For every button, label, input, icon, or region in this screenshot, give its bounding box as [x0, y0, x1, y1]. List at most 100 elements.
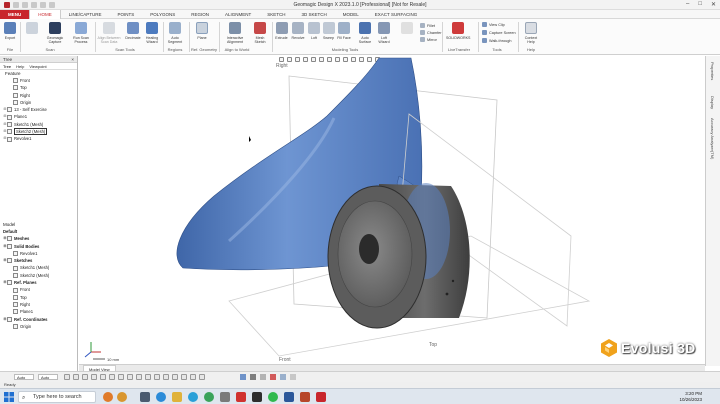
run-scan-process-button[interactable]: Run Scan Process	[70, 22, 92, 44]
tree-item[interactable]: Sketch2 (Mesh)	[0, 272, 78, 279]
tree-item[interactable]: Front	[0, 286, 78, 293]
filter-sketch-icon[interactable]	[118, 374, 124, 380]
taskbar-edge-icon[interactable]	[156, 392, 166, 402]
display-wire-icon[interactable]	[260, 374, 266, 380]
chamfer-button[interactable]: Chamfer	[420, 30, 442, 35]
tab-model[interactable]: MODEL	[335, 10, 367, 19]
model-viewport[interactable]: Right Top Front 10 mm	[79, 56, 692, 364]
loft-wizard-button[interactable]: Loft Wizard	[375, 22, 393, 44]
display-deviation-icon[interactable]	[270, 374, 276, 380]
filter-curve-icon[interactable]	[145, 374, 151, 380]
mesh-sketch-button[interactable]: Mesh Sketch	[251, 22, 269, 44]
filter-none-icon[interactable]	[163, 374, 169, 380]
taskbar-task-view-icon[interactable]	[140, 392, 150, 402]
filter-brush-icon[interactable]	[190, 374, 196, 380]
solidworks-button[interactable]: SOLIDWORKS	[446, 22, 470, 40]
tree-item[interactable]: Origin	[0, 99, 77, 106]
fill-face-button[interactable]: Fill Face	[337, 22, 351, 40]
taskbar-explorer-icon[interactable]	[172, 392, 182, 402]
tab-viewpoint[interactable]: Viewpoint	[29, 64, 46, 69]
revolve-button[interactable]: Revolve	[290, 22, 306, 40]
filter-body-icon[interactable]	[91, 374, 97, 380]
taskbar-geomagic-icon[interactable]	[316, 392, 326, 402]
tab-tree[interactable]: Tree	[3, 64, 11, 69]
filter-all-icon[interactable]	[154, 374, 160, 380]
taskbar-powerpoint-icon[interactable]	[300, 392, 310, 402]
tree-item[interactable]: Origin	[0, 323, 78, 330]
filter-face-icon[interactable]	[82, 374, 88, 380]
snap-mode-select[interactable]: Auto	[38, 374, 58, 380]
geomagic-capture-button[interactable]: Geomagic Capture	[44, 22, 66, 44]
tree-item[interactable]: Revolve1	[0, 250, 78, 257]
tree-item[interactable]: Right	[0, 301, 78, 308]
display-plane-icon[interactable]	[290, 374, 296, 380]
selection-mode-select[interactable]: Auto	[14, 374, 34, 380]
taskbar-app-icon[interactable]	[220, 392, 230, 402]
loft-button[interactable]: Loft	[308, 22, 320, 40]
taskbar-clock[interactable]: 3:20 PM 10/26/2023	[679, 391, 702, 402]
filter-point-icon[interactable]	[64, 374, 70, 380]
filter-window-icon[interactable]	[199, 374, 205, 380]
panel-close-icon[interactable]: ×	[71, 56, 74, 63]
tab-accuracy-analyzer[interactable]: Accuracy Analyzer(TM)	[710, 118, 715, 159]
tab-home[interactable]: HOME	[29, 9, 61, 19]
walk-through-button[interactable]: Walk-through	[482, 38, 511, 43]
tab-line-capture[interactable]: LINE/CAPTURE	[61, 10, 110, 19]
taskbar-acrobat-icon[interactable]	[236, 392, 246, 402]
tab-exact-surfacing[interactable]: EXACT SURFACING	[367, 10, 425, 19]
display-solid-icon[interactable]	[250, 374, 256, 380]
tab-alignment[interactable]: ALIGNMENT	[217, 10, 259, 19]
filter-plane-icon[interactable]	[127, 374, 133, 380]
taskbar-app-pumpkin2-icon[interactable]	[117, 392, 127, 402]
tab-region[interactable]: REGION	[183, 10, 217, 19]
taskbar-app-pumpkin-icon[interactable]	[103, 392, 113, 402]
display-mesh-icon[interactable]	[240, 374, 246, 380]
sweep-button[interactable]: Sweep	[321, 22, 336, 40]
windows-start-icon[interactable]	[4, 392, 14, 402]
tree-item[interactable]: Right	[0, 92, 77, 99]
plane-button[interactable]: Plane	[194, 22, 210, 40]
tab-points[interactable]: POINTS	[110, 10, 143, 19]
taskbar-search-box[interactable]: ⌕ Type here to search	[18, 391, 96, 403]
decimate-button[interactable]: Decimate	[124, 22, 142, 40]
filter-invert-icon[interactable]	[172, 374, 178, 380]
filter-mesh-icon[interactable]	[100, 374, 106, 380]
tab-properties[interactable]: Properties	[710, 62, 715, 80]
tab-polygons[interactable]: POLYGONS	[142, 10, 183, 19]
tree-item[interactable]: Top	[0, 84, 77, 91]
taskbar-whatsapp-icon[interactable]	[268, 392, 278, 402]
healing-wizard-button[interactable]: Healing Wizard	[143, 22, 161, 44]
tree-item[interactable]: Plane1	[0, 308, 78, 315]
filter-edge-icon[interactable]	[73, 374, 79, 380]
tree-item[interactable]: ⊞ Plane1	[0, 113, 77, 120]
tree-item[interactable]: ⊞ Ref. Planes	[0, 279, 78, 286]
tab-help[interactable]: Help	[16, 64, 24, 69]
auto-surface-button[interactable]: Auto Surface	[356, 22, 374, 44]
close-button[interactable]: ✕	[711, 1, 716, 8]
filter-region-icon[interactable]	[109, 374, 115, 380]
view-clip-button[interactable]: View Clip	[482, 22, 505, 27]
model-default-row[interactable]: Default	[0, 228, 78, 235]
mirror-button[interactable]: Mirror	[420, 37, 437, 42]
disabled-tool-button[interactable]	[396, 22, 418, 36]
tree-item[interactable]: ⊞ Ref. Coordinates	[0, 316, 78, 323]
export-button[interactable]: Export	[3, 22, 17, 40]
tree-item[interactable]: Top	[0, 294, 78, 301]
tab-3d-sketch[interactable]: 3D SKETCH	[294, 10, 335, 19]
interactive-alignment-button[interactable]: Interactive Alignment	[222, 22, 248, 44]
tree-item[interactable]: ⊞ Sketch1 (Mesh)	[0, 121, 77, 128]
maximize-button[interactable]: □	[698, 1, 702, 8]
align-between-scan-button[interactable]: Align Between Scan Data	[97, 22, 121, 44]
context-help-button[interactable]: Context Help	[522, 22, 540, 44]
fillet-button[interactable]: Fillet	[420, 23, 435, 28]
tree-item[interactable]: ⊞ Sketches	[0, 257, 78, 264]
tab-sketch[interactable]: SKETCH	[259, 10, 293, 19]
scan-placeholder-button[interactable]	[24, 22, 40, 36]
taskbar-word-icon[interactable]	[284, 392, 294, 402]
tree-item[interactable]: ⊞ Sketch2 (Mesh)	[0, 128, 77, 136]
tab-menu[interactable]: MENU	[0, 9, 30, 19]
filter-vertex-icon[interactable]	[136, 374, 142, 380]
auto-segment-button[interactable]: Auto Segment	[166, 22, 184, 44]
tab-display[interactable]: Display	[710, 96, 715, 109]
tree-item[interactable]: ⊞ Solid Bodies	[0, 243, 78, 250]
